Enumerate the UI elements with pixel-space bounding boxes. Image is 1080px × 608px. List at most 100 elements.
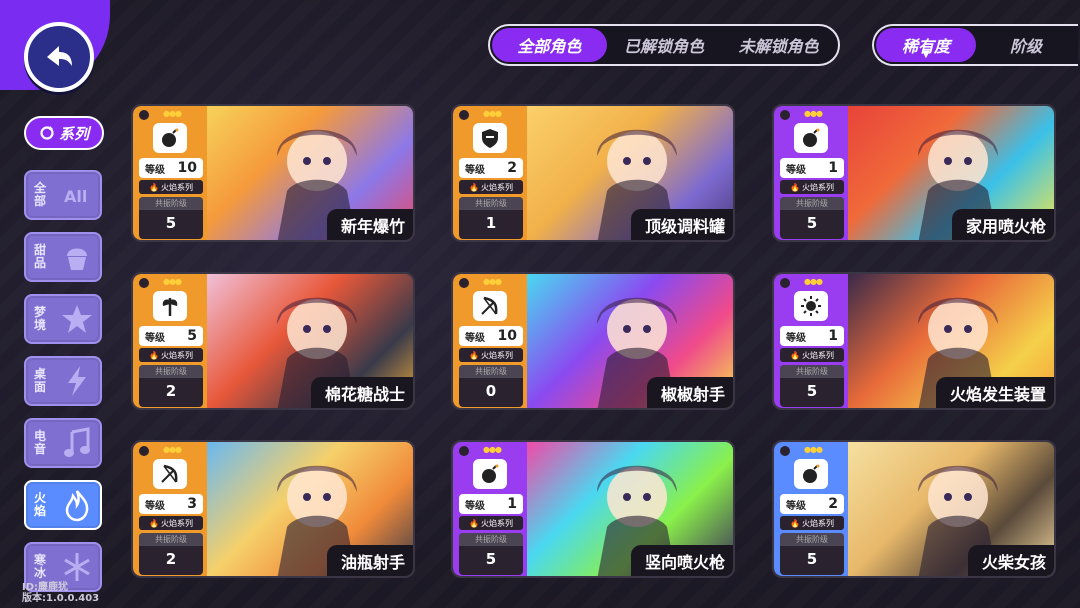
ownership-filter-tabs: 全部角色 已解锁角色 未解锁角色: [488, 24, 840, 66]
level-label: 等级: [786, 500, 806, 512]
flame-icon: 🔥: [149, 182, 159, 192]
card-info-panel: ●●● 等级 3 🔥 火焰系列 共振阶级 2: [133, 442, 207, 576]
character-name: 火柴女孩: [967, 545, 1054, 576]
level-value: 1: [507, 496, 517, 512]
level-box: 等级 1: [780, 326, 844, 346]
resonance-value: 0: [485, 382, 497, 400]
all-icon: All: [58, 176, 96, 214]
character-card[interactable]: ●●● 等级 1 🔥 火焰系列 共振阶级 5: [772, 272, 1056, 410]
sidebar-item-electro[interactable]: 电音: [24, 418, 102, 468]
back-button[interactable]: [24, 22, 94, 92]
level-value: 10: [177, 160, 197, 176]
sidebar-item-label: 桌面: [33, 367, 46, 394]
card-info-panel: ●●● 等级 1 🔥 火焰系列 共振阶级 5: [453, 442, 527, 576]
status-dot: [780, 446, 790, 456]
level-value: 3: [187, 496, 197, 512]
resonance-label: 共振阶级: [780, 533, 844, 546]
rarity-stars-icon: ●●●: [804, 445, 823, 454]
player-id: ID:麋鹿犹: [22, 582, 69, 593]
tab-sort-rarity[interactable]: 稀有度 ▼: [876, 28, 976, 62]
level-value: 2: [828, 496, 838, 512]
tab-all-characters[interactable]: 全部角色: [492, 28, 607, 62]
resonance-value: 5: [806, 382, 818, 400]
resonance-label: 共振阶级: [139, 365, 203, 378]
card-info-panel: ●●● 等级 10 🔥 火焰系列 共振阶级 5: [133, 106, 207, 240]
series-tag-label: 火焰系列: [801, 350, 834, 360]
level-box: 等级 2: [780, 494, 844, 514]
level-label: 等级: [786, 164, 806, 176]
flame-icon: 🔥: [469, 518, 479, 528]
character-card[interactable]: ●●● 等级 5 🔥 火焰系列 共振阶级 2 棉花糖战士: [131, 272, 415, 410]
star-icon: [58, 300, 96, 338]
rarity-stars-icon: ●●●: [163, 109, 182, 118]
sidebar-item-flame[interactable]: 火焰: [24, 480, 102, 530]
rarity-stars-icon: ●●●: [804, 109, 823, 118]
character-name: 火焰发生装置: [935, 377, 1054, 408]
back-arrow-icon: [47, 46, 72, 66]
resonance-label: 共振阶级: [139, 197, 203, 210]
sidebar-item-all[interactable]: 全部 All: [24, 170, 102, 220]
level-label: 等级: [786, 332, 806, 344]
svg-text:All: All: [64, 187, 87, 206]
tab-sort-rank[interactable]: 阶级: [976, 28, 1076, 62]
series-tag: 🔥 火焰系列: [459, 348, 523, 362]
flame-icon: 🔥: [790, 350, 800, 360]
flame-icon: 🔥: [790, 182, 800, 192]
cupcake-icon: [58, 238, 96, 276]
status-dot: [139, 110, 149, 120]
character-card[interactable]: ●●● 等级 1 🔥 火焰系列 共振阶级 5: [451, 440, 735, 578]
level-box: 等级 2: [459, 158, 523, 178]
series-tag: 🔥 火焰系列: [139, 516, 203, 530]
series-tag: 🔥 火焰系列: [459, 180, 523, 194]
level-box: 等级 1: [459, 494, 523, 514]
level-value: 10: [497, 328, 517, 344]
tab-locked-characters[interactable]: 未解锁角色: [721, 28, 836, 62]
rarity-stars-icon: ●●●: [483, 277, 502, 286]
character-name: 棉花糖战士: [310, 377, 413, 408]
character-card[interactable]: ●●● 等级 10 🔥 火焰系列 共振阶级 0 椒椒射手: [451, 272, 735, 410]
resonance-value: 5: [165, 214, 177, 232]
resonance-value: 2: [165, 550, 177, 568]
series-button[interactable]: 系列: [24, 116, 104, 150]
series-button-label: 系列: [58, 124, 89, 143]
status-dot: [459, 278, 469, 288]
tab-unlocked-characters[interactable]: 已解锁角色: [607, 28, 722, 62]
rarity-stars-icon: ●●●: [163, 445, 182, 454]
resonance-box: 共振阶级 5: [780, 533, 844, 575]
character-card[interactable]: ●●● 等级 10 🔥 火焰系列 共振阶级 5 新年爆竹: [131, 104, 415, 242]
sidebar-item-label: 火焰: [33, 491, 46, 518]
status-dot: [139, 278, 149, 288]
flame-icon: [58, 486, 96, 524]
card-info-panel: ●●● 等级 2 🔥 火焰系列 共振阶级 1: [453, 106, 527, 240]
series-tag-label: 火焰系列: [801, 182, 834, 192]
character-name: 新年爆竹: [326, 209, 413, 240]
level-label: 等级: [145, 164, 165, 176]
character-card[interactable]: ●●● 等级 1 🔥 火焰系列 共振阶级 5: [772, 104, 1056, 242]
level-value: 2: [507, 160, 517, 176]
sidebar-item-dessert[interactable]: 甜品: [24, 232, 102, 282]
series-tag: 🔥 火焰系列: [780, 516, 844, 530]
sidebar-item-dream[interactable]: 梦境: [24, 294, 102, 344]
resonance-value: 5: [806, 214, 818, 232]
refresh-icon: [40, 126, 54, 140]
character-portrait: 椒椒射手: [527, 274, 733, 408]
flame-icon: 🔥: [149, 518, 159, 528]
version-text: 版本:1.0.0.403: [22, 593, 100, 604]
card-info-panel: ●●● 等级 10 🔥 火焰系列 共振阶级 0: [453, 274, 527, 408]
sidebar-item-desktop[interactable]: 桌面: [24, 356, 102, 406]
card-info-panel: ●●● 等级 2 🔥 火焰系列 共振阶级 5: [774, 442, 848, 576]
resonance-label: 共振阶级: [459, 365, 523, 378]
character-card[interactable]: ●●● 等级 2 🔥 火焰系列 共振阶级 5 火柴女孩: [772, 440, 1056, 578]
character-card[interactable]: ●●● 等级 2 🔥 火焰系列 共振阶级 1 顶级调料罐: [451, 104, 735, 242]
series-tag: 🔥 火焰系列: [139, 180, 203, 194]
resonance-label: 共振阶级: [459, 533, 523, 546]
flame-icon: 🔥: [149, 350, 159, 360]
character-name: 顶级调料罐: [630, 209, 733, 240]
resonance-box: 共振阶级 5: [139, 197, 203, 239]
status-dot: [139, 446, 149, 456]
resonance-label: 共振阶级: [459, 197, 523, 210]
series-tag: 🔥 火焰系列: [139, 348, 203, 362]
resonance-box: 共振阶级 0: [459, 365, 523, 407]
character-card[interactable]: ●●● 等级 3 🔥 火焰系列 共振阶级 2 油瓶射手: [131, 440, 415, 578]
character-name: 家用喷火枪: [951, 209, 1054, 240]
